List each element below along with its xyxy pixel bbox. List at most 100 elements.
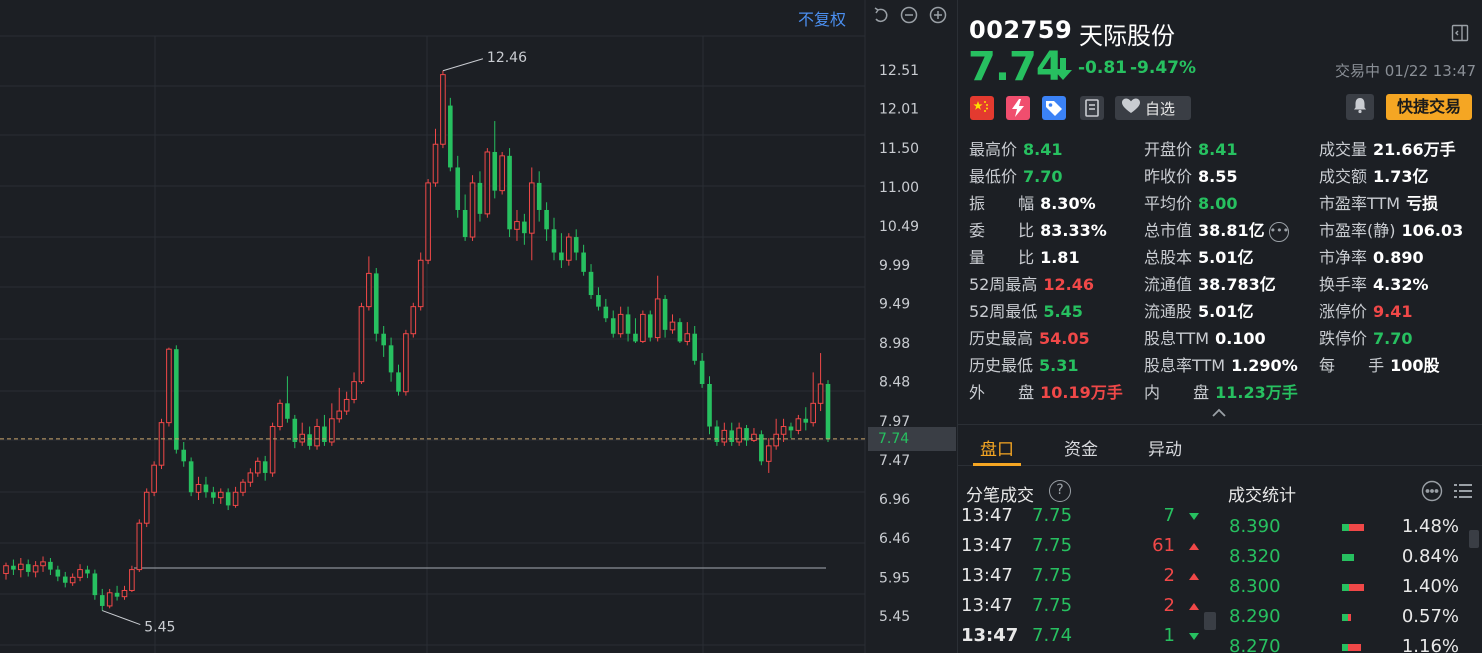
quote-value: 106.03 — [1401, 221, 1464, 240]
adjust-mode-button[interactable]: 不复权 — [798, 6, 846, 30]
candle-body — [522, 221, 527, 234]
quote-label: 市盈率TTM — [1319, 194, 1401, 213]
zoom-out-icon[interactable] — [900, 6, 918, 24]
candle-body — [25, 564, 31, 572]
quote-label: 平均价 — [1144, 194, 1193, 213]
candle-body — [729, 430, 735, 442]
detail-tabs: 盘口 资金 异动 — [958, 424, 1482, 466]
quote-value: 1.290% — [1231, 356, 1298, 375]
tick-time: 13:47 — [961, 565, 1013, 586]
stock-code: 002759 — [969, 16, 1073, 44]
tick-list-scrollbar[interactable] — [1204, 612, 1216, 630]
quote-label: 涨停价 — [1319, 302, 1368, 321]
candle-body — [751, 433, 757, 441]
candle-body — [129, 569, 135, 591]
price-tag-icon[interactable] — [1042, 96, 1066, 120]
candle-body — [254, 460, 261, 474]
stats-list-scrollbar[interactable] — [1469, 530, 1479, 548]
candle-body — [106, 592, 113, 607]
list-view-icon[interactable] — [1452, 480, 1474, 502]
price-change-percent: -9.47% — [1130, 58, 1197, 78]
tab-alerts[interactable]: 异动 — [1148, 435, 1182, 460]
candle-body — [662, 298, 668, 330]
candle-body — [477, 182, 483, 214]
candle-body — [536, 182, 542, 210]
reset-icon[interactable] — [872, 6, 890, 24]
candle-body — [32, 565, 39, 573]
add-watchlist-button[interactable]: 自选 — [1115, 96, 1191, 120]
quote-item: 振 幅8.30% — [969, 192, 1096, 216]
stat-price: 8.390 — [1229, 516, 1281, 537]
triangle-down-icon — [1189, 633, 1199, 640]
quote-item: 平均价 8.00 — [1144, 192, 1238, 216]
tick-price: 7.75 — [1032, 565, 1073, 586]
candle-body — [247, 472, 254, 483]
notes-icon[interactable] — [1080, 96, 1104, 120]
quote-value: 5.31 — [1039, 356, 1079, 375]
candle-body — [417, 259, 424, 308]
trade-status: 交易中 01/22 13:47 — [1335, 62, 1476, 80]
quote-value: 1.73亿 — [1373, 167, 1429, 186]
price-axis-label: 7.47 — [879, 453, 910, 469]
quote-value: 54.05 — [1039, 329, 1090, 348]
candle-body — [136, 522, 143, 571]
tick-row: 13:47 7.75 2 — [961, 591, 1201, 621]
quote-label: 开盘价 — [1144, 140, 1193, 159]
price-alert-button[interactable] — [1346, 94, 1374, 120]
candle-body — [581, 252, 586, 272]
stat-bar — [1342, 644, 1361, 651]
help-icon[interactable]: ? — [1049, 480, 1071, 502]
stat-bar — [1342, 554, 1354, 561]
layout-toggle-icon[interactable] — [1451, 24, 1469, 42]
candle-body — [810, 402, 816, 424]
candle-body — [322, 426, 327, 442]
zoom-in-icon[interactable] — [929, 6, 947, 24]
candle-body — [166, 348, 172, 424]
candle-body — [647, 314, 653, 338]
tab-capital[interactable]: 资金 — [1064, 435, 1098, 460]
quote-item: 换手率 4.32% — [1319, 273, 1429, 297]
quick-trade-button[interactable]: 快捷交易 — [1386, 94, 1472, 120]
candle-body — [358, 306, 365, 383]
candle-body — [40, 561, 46, 567]
tick-price: 7.75 — [1032, 508, 1073, 526]
candlestick-chart[interactable]: 12.51 12.01 11.50 11.00 10.49 9.99 9.49 8.98 8.4… — [0, 0, 957, 653]
candle-body — [692, 333, 697, 361]
more-options-icon[interactable] — [1421, 480, 1443, 502]
lightning-icon[interactable] — [1006, 96, 1030, 120]
quote-item: 最低价 7.70 — [969, 165, 1063, 189]
quote-label: 最低价 — [969, 167, 1018, 186]
candle-body — [736, 427, 742, 443]
candle-body — [462, 209, 468, 238]
tab-orderbook[interactable]: 盘口 — [980, 435, 1014, 460]
stat-price: 8.270 — [1229, 636, 1281, 653]
quote-item: 委 比83.33% — [969, 219, 1107, 243]
chevron-up-icon[interactable] — [1211, 403, 1227, 417]
candle-body — [343, 398, 350, 412]
candle-body — [314, 426, 320, 447]
more-dots-icon[interactable]: ••• — [1268, 221, 1289, 242]
candle-body — [559, 252, 564, 261]
quote-item: 历史最高 54.05 — [969, 327, 1090, 351]
quote-item: 总市值 38.81亿 ••• — [1144, 219, 1289, 243]
quote-value: 8.00 — [1198, 194, 1238, 213]
candle-body — [714, 426, 720, 442]
china-flag-icon[interactable] — [970, 96, 994, 120]
tick-price: 7.75 — [1032, 535, 1073, 556]
candle-body — [3, 565, 9, 574]
quote-label: 委 比 — [969, 221, 1049, 240]
candle-body — [484, 151, 491, 215]
candle-body — [825, 383, 831, 439]
kline-chart-panel[interactable]: 12.51 12.01 11.50 11.00 10.49 9.99 9.49 8.98 8.4… — [0, 0, 957, 653]
quote-label: 股息率TTM — [1144, 356, 1226, 375]
low-marker-line — [102, 610, 141, 626]
candle-body — [448, 105, 453, 168]
quote-label: 内 盘 — [1144, 383, 1224, 402]
price-axis-label: 6.46 — [879, 531, 910, 547]
quote-value: 9.41 — [1373, 302, 1413, 321]
quote-label: 总股本 — [1144, 248, 1193, 267]
candle-body — [69, 576, 76, 584]
candle-body — [410, 306, 417, 335]
quote-item: 股息TTM 0.100 — [1144, 327, 1266, 351]
quote-value: 12.46 — [1043, 275, 1094, 294]
